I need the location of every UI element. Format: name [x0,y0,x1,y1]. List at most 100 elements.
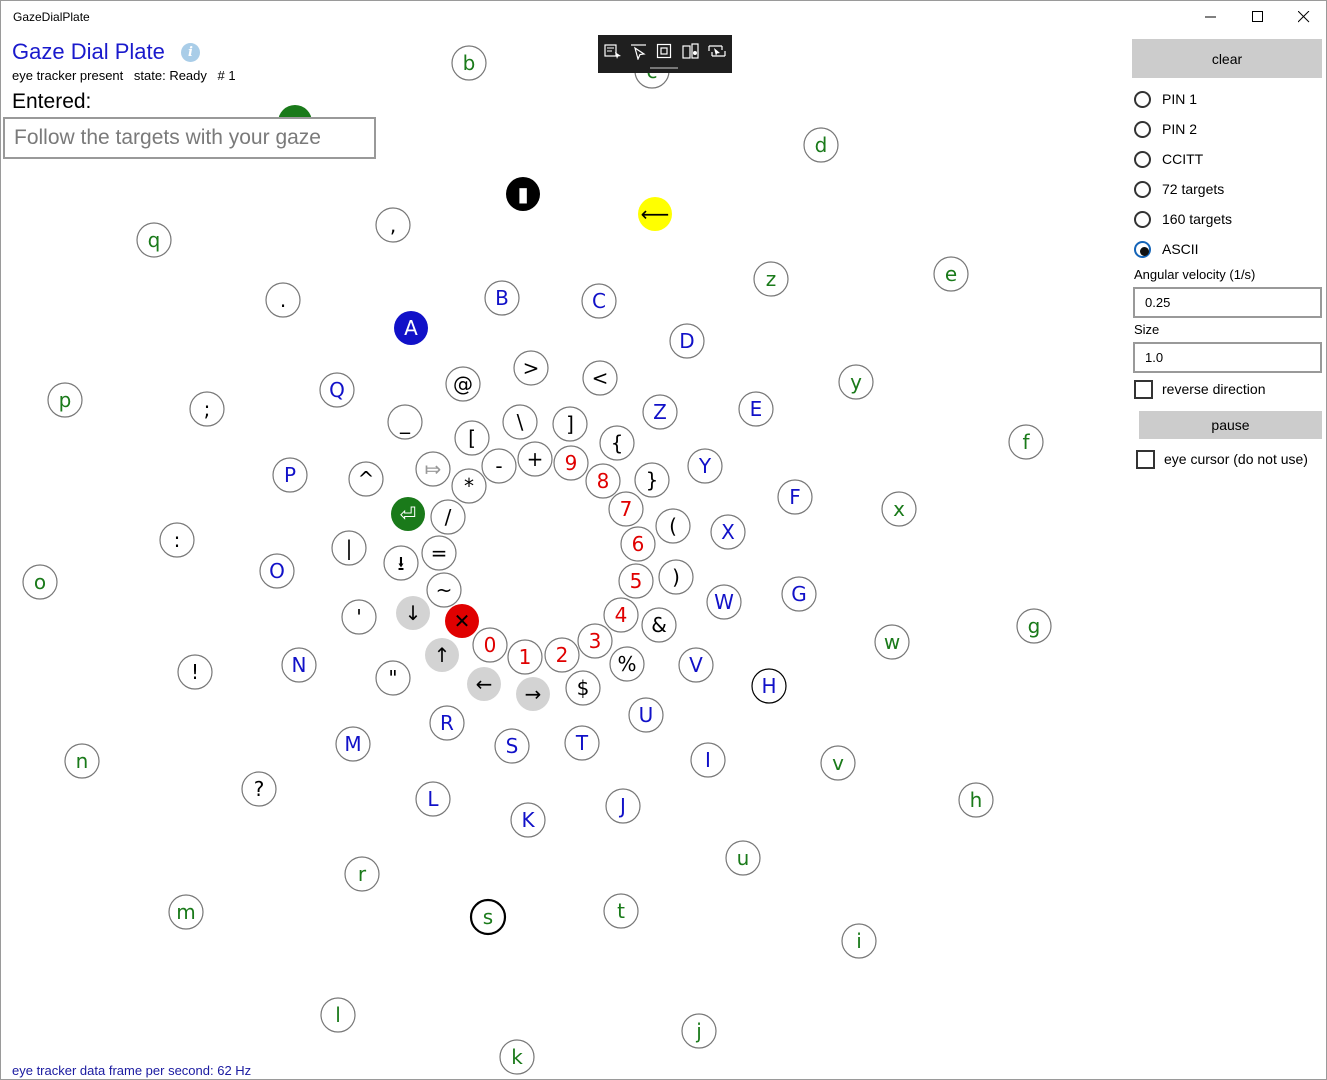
dial-target[interactable]: d [803,127,839,163]
entered-text-field[interactable] [3,117,376,159]
dial-target[interactable]: o [22,564,58,600]
dial-target[interactable]: ↓ [396,596,430,630]
dial-target[interactable]: E [738,391,774,427]
dial-target[interactable]: 7 [608,491,644,527]
dial-target[interactable]: ] [552,406,588,442]
dial-target[interactable]: & [641,607,677,643]
dial-target[interactable]: t [603,893,639,929]
dial-target[interactable]: k [499,1039,535,1075]
dial-target[interactable]: - [481,448,517,484]
dial-target[interactable]: ⟵ [638,197,672,231]
minimize-button[interactable] [1188,1,1234,33]
dial-target[interactable]: X [710,514,746,550]
dial-target[interactable]: = [421,535,457,571]
dial-target[interactable]: 2 [544,637,580,673]
dial-target[interactable]: ^ [348,461,384,497]
dial-target[interactable]: A [394,311,428,345]
dial-target[interactable]: y [838,364,874,400]
radio-button[interactable] [1134,241,1151,258]
dial-target[interactable]: _ [387,404,423,440]
dial-target[interactable]: | [331,530,367,566]
radio-button[interactable] [1134,211,1151,228]
dial-target[interactable]: v [820,745,856,781]
dial-target[interactable]: w [874,624,910,660]
reverse-direction-box[interactable] [1134,380,1153,399]
dial-target[interactable]: Y [687,448,723,484]
dial-target[interactable]: M [335,726,371,762]
toolbar-grip[interactable] [650,67,678,69]
dial-target[interactable]: z [753,261,789,297]
dial-target[interactable]: 6 [620,526,656,562]
dial-target[interactable]: x [881,491,917,527]
display-layout-button[interactable] [707,42,727,60]
dial-target[interactable]: i [841,923,877,959]
dial-target[interactable]: J [605,788,641,824]
dial-target[interactable]: $ [565,670,601,706]
dial-target[interactable]: ( [655,508,691,544]
dial-target[interactable]: l [320,997,356,1033]
dial-target[interactable]: j [681,1013,717,1049]
clear-button[interactable]: clear [1132,39,1322,78]
dial-target[interactable]: ↑ [425,638,459,672]
dial-target[interactable]: S [494,728,530,764]
dial-target[interactable]: → [516,677,550,711]
dial-target[interactable]: 4 [603,597,639,633]
dial-target[interactable]: u [725,840,761,876]
dial-target[interactable]: @ [445,366,481,402]
dial-target[interactable]: V [678,647,714,683]
dial-target[interactable]: 8 [585,463,621,499]
dial-target[interactable]: 9 [553,445,589,481]
dial-target[interactable]: > [513,350,549,386]
dial-target[interactable]: T [564,725,600,761]
dial-target[interactable]: F [777,479,813,515]
dial-target[interactable]: ? [241,771,277,807]
dial-target[interactable]: % [609,646,645,682]
pause-button[interactable]: pause [1139,411,1322,439]
track-focus-button[interactable] [681,42,701,60]
dial-target[interactable]: [ [454,420,490,456]
dial-target[interactable]: p [47,382,83,418]
dial-target[interactable]: K [510,802,546,838]
dial-target[interactable]: C [581,283,617,319]
dial-target[interactable]: B [484,280,520,316]
dial-target[interactable]: R [429,705,465,741]
dial-target[interactable]: ' [341,599,377,635]
dial-target[interactable]: O [259,553,295,589]
dial-target[interactable]: Q [319,372,355,408]
dial-target[interactable]: : [159,522,195,558]
dial-target[interactable]: e [933,256,969,292]
dial-target[interactable]: f [1008,424,1044,460]
pointer-button[interactable] [629,42,649,61]
dial-target[interactable]: m [168,894,204,930]
select-element-button[interactable] [603,42,623,60]
dial-target[interactable]: \ [502,404,538,440]
dial-target[interactable]: . [265,282,301,318]
dial-target[interactable]: 5 [618,563,654,599]
dial-target[interactable]: ✕ [445,604,479,638]
dial-target[interactable]: { [599,425,635,461]
size-field[interactable] [1133,342,1322,373]
dial-target[interactable]: N [281,647,317,683]
dial-target[interactable]: ⭳ [383,545,419,581]
eye-cursor-box[interactable] [1136,450,1155,469]
dial-target[interactable]: ) [658,559,694,595]
dial-target[interactable]: 1 [507,639,543,675]
dial-target[interactable]: ← [467,667,501,701]
dial-target[interactable]: ▮ [506,177,540,211]
dial-target[interactable]: s [469,898,507,936]
close-button[interactable] [1281,1,1326,33]
dial-target[interactable]: P [272,457,308,493]
dial-target[interactable]: g [1016,608,1052,644]
maximize-button[interactable] [1235,1,1281,33]
dial-target[interactable]: n [64,743,100,779]
dial-target[interactable]: ~ [426,572,462,608]
dial-target[interactable]: I [690,742,726,778]
radio-button[interactable] [1134,181,1151,198]
radio-button[interactable] [1134,121,1151,138]
dial-target[interactable]: ; [189,391,225,427]
dial-target[interactable]: / [430,499,466,535]
dial-target[interactable]: " [375,660,411,696]
dial-target[interactable]: * [451,468,487,504]
dial-target[interactable]: D [669,323,705,359]
dial-target[interactable]: ⏎ [391,497,425,531]
